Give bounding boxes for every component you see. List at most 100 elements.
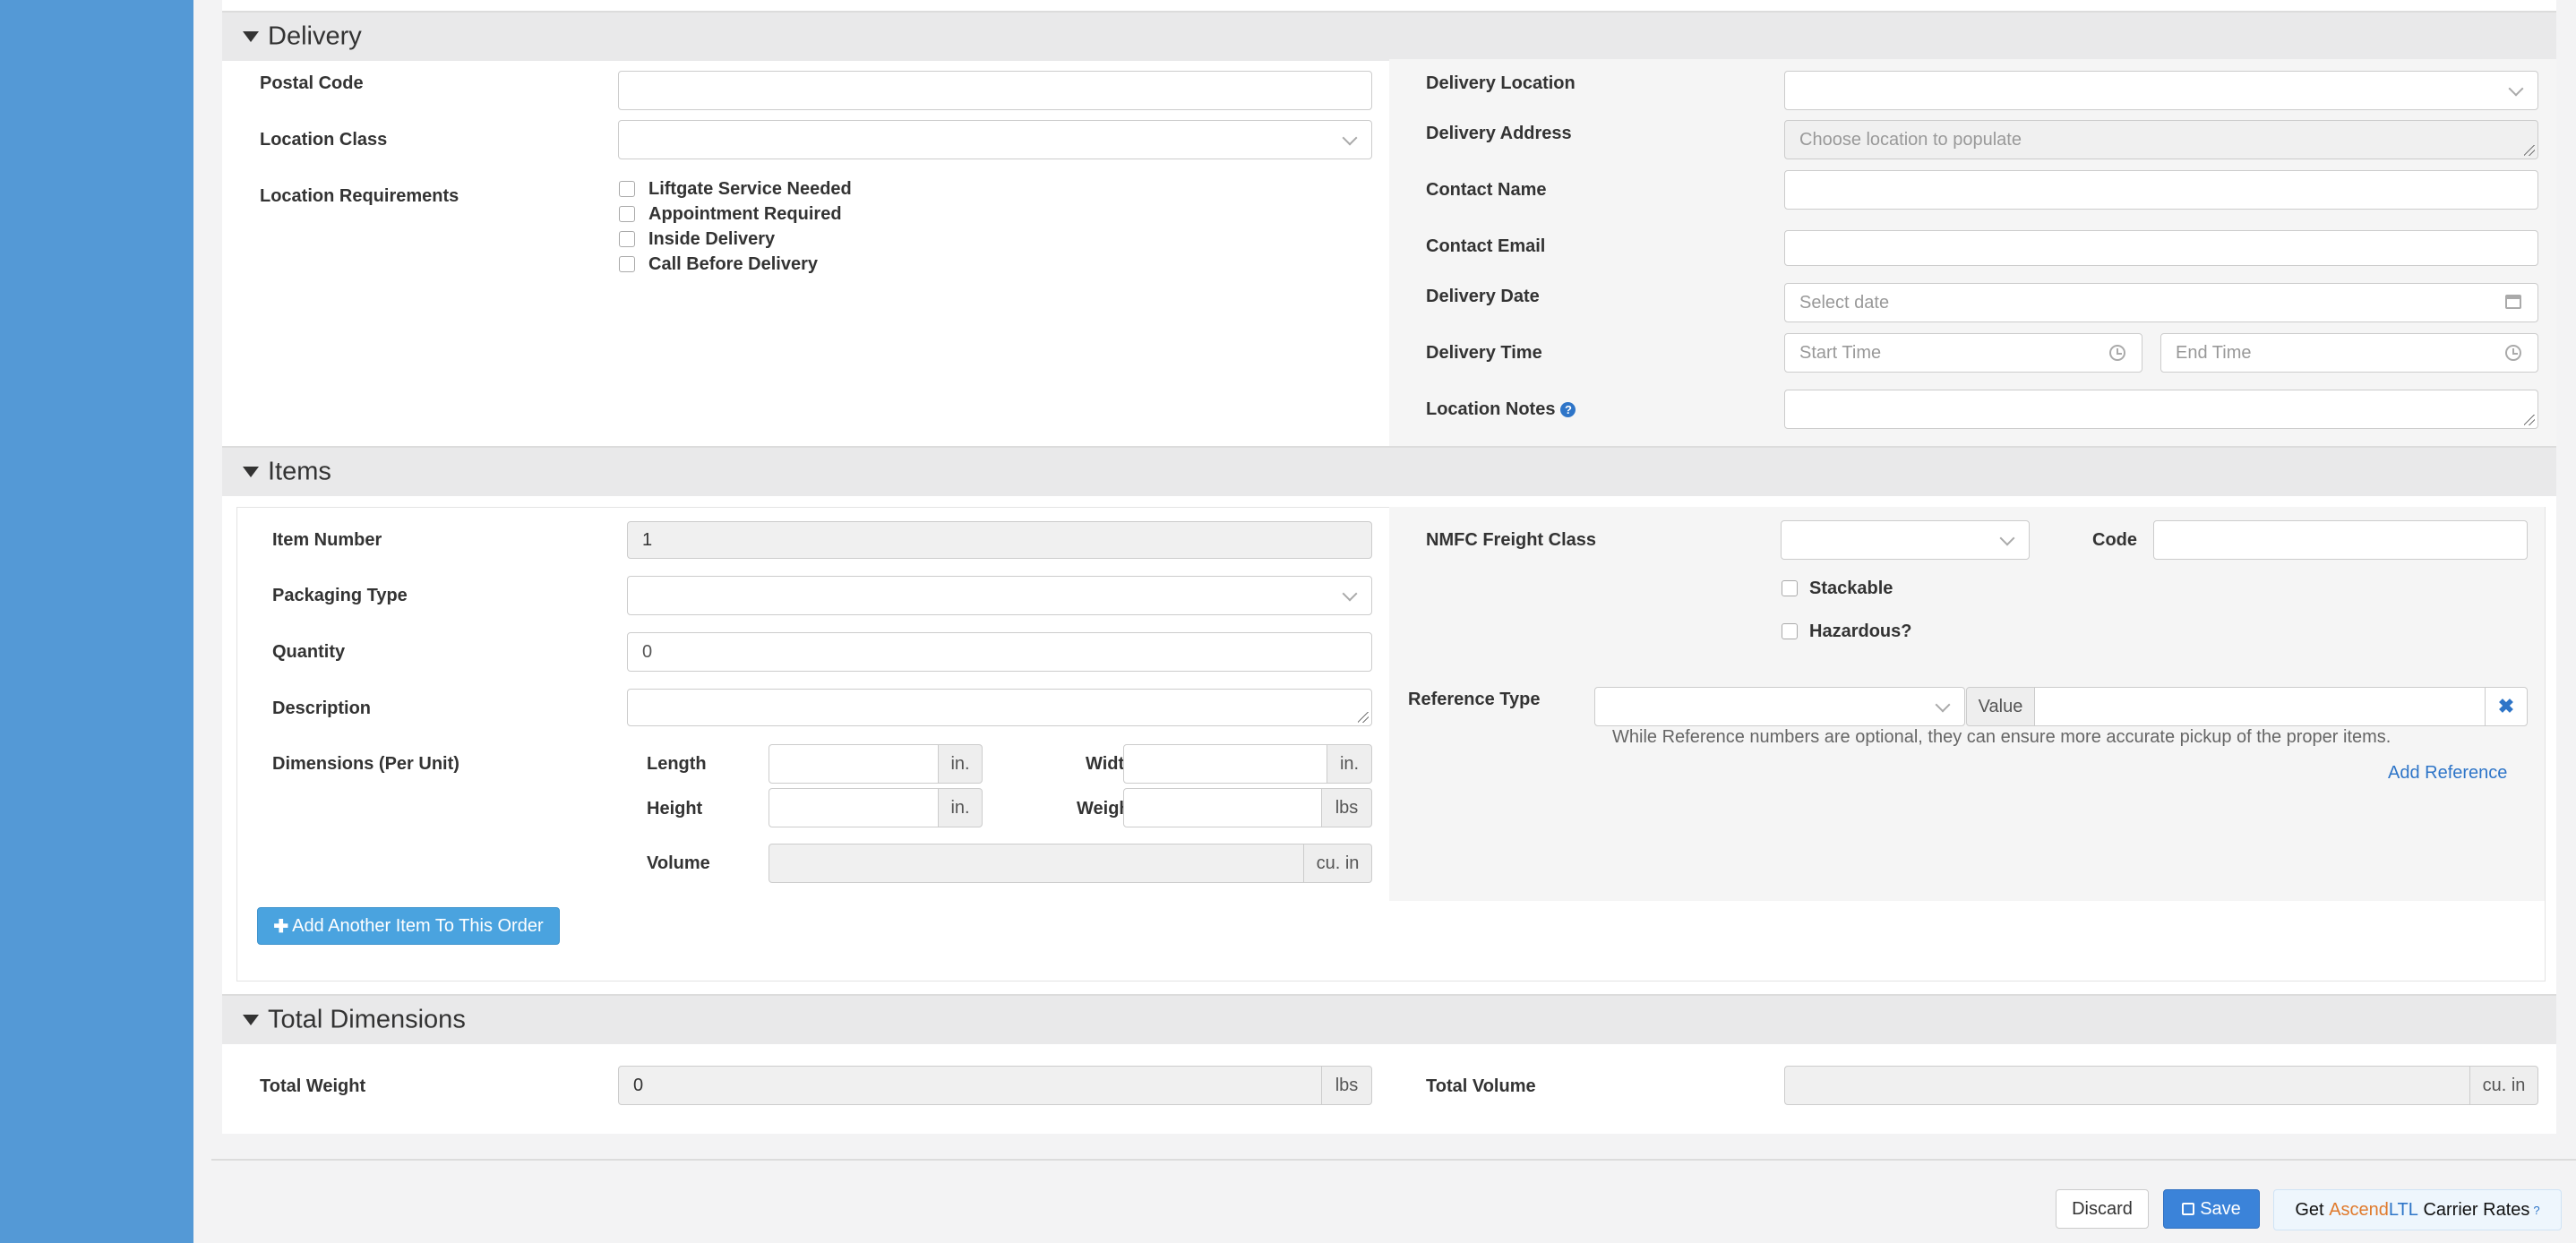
contact-email-label: Contact Email [1426,236,1546,256]
carrier-rates-button[interactable]: Get Ascend LTL Carrier Rates ? [2273,1189,2562,1230]
items-section-header[interactable]: Items [222,446,2556,496]
order-form-panel: Delivery Postal Code Location Class Loca… [222,0,2556,1134]
save-button[interactable]: Save [2163,1189,2260,1229]
resize-handle-icon[interactable] [2524,145,2535,156]
save-label: Save [2200,1198,2241,1219]
footer-divider [211,1159,2576,1161]
weight-input[interactable] [1123,788,1322,827]
times-icon: ✖ [2497,695,2515,717]
location-class-select[interactable] [618,120,1372,159]
description-textarea[interactable] [627,689,1372,726]
chevron-down-icon [1342,130,1358,146]
appointment-checkbox[interactable] [619,206,635,222]
hazardous-checkbox[interactable] [1782,623,1798,639]
total-weight-input[interactable]: 0 [618,1066,1322,1105]
total-weight-unit: lbs [1321,1066,1372,1105]
caret-down-icon[interactable] [243,31,259,42]
add-item-button[interactable]: ✚ Add Another Item To This Order [257,907,560,945]
nmfc-label: NMFC Freight Class [1426,530,1597,550]
stackable-checkbox[interactable] [1782,580,1798,596]
chevron-down-icon [1935,697,1951,713]
hazardous-label: Hazardous? [1809,622,1912,641]
discard-button[interactable]: Discard [2056,1189,2149,1229]
total-weight-value: 0 [633,1075,644,1095]
delivery-address-textarea[interactable]: Choose location to populate [1784,120,2538,159]
reference-hint: While Reference numbers are optional, th… [1612,727,2391,747]
clock-icon [2109,345,2125,361]
items-section-title: Items [268,457,331,486]
total-volume-unit: cu. in [2469,1066,2538,1105]
quantity-label: Quantity [272,642,346,662]
quantity-input[interactable]: 0 [627,632,1372,672]
left-sidebar [0,0,193,1243]
caret-down-icon[interactable] [243,1015,259,1025]
postal-code-input[interactable] [618,71,1372,110]
rates-suffix-text: Carrier Rates [2423,1199,2530,1220]
total-volume-input[interactable] [1784,1066,2470,1105]
liftgate-checkbox[interactable] [619,181,635,197]
caret-down-icon[interactable] [243,467,259,477]
add-item-label: Add Another Item To This Order [292,915,544,936]
delivery-location-label: Delivery Location [1426,73,1576,93]
length-input[interactable] [769,744,939,784]
packaging-type-select[interactable] [627,576,1372,615]
volume-label: Volume [647,853,710,873]
contact-name-input[interactable] [1784,170,2538,210]
contact-email-input[interactable] [1784,230,2538,266]
stackable-label: Stackable [1809,579,1893,598]
add-reference-link[interactable]: Add Reference [2388,763,2507,784]
delivery-section-title: Delivery [268,21,362,51]
delivery-location-select[interactable] [1784,71,2538,110]
start-time-placeholder: Start Time [1799,342,1882,363]
quantity-value: 0 [642,641,653,662]
location-notes-text: Location Notes [1426,399,1556,419]
remove-reference-button[interactable]: ✖ [2485,687,2528,726]
inside-delivery-checkbox[interactable] [619,231,635,247]
totals-section-header[interactable]: Total Dimensions [222,994,2556,1044]
totals-section-title: Total Dimensions [268,1005,466,1034]
height-label: Height [647,799,703,819]
height-input[interactable] [769,788,939,827]
chevron-down-icon [2508,81,2524,97]
length-unit: in. [938,744,983,784]
height-unit: in. [938,788,983,827]
location-notes-label: Location Notes? [1426,399,1576,420]
item-number-input[interactable]: 1 [627,521,1372,559]
resize-handle-icon[interactable] [2524,415,2535,425]
question-circle-icon[interactable]: ? [1560,402,1576,417]
description-label: Description [272,699,372,718]
nmfc-select[interactable] [1781,520,2030,560]
question-circle-icon: ? [2533,1203,2540,1217]
item-number-label: Item Number [272,530,382,550]
location-notes-textarea[interactable] [1784,390,2538,429]
end-time-picker[interactable]: End Time [2160,333,2538,373]
reference-type-select[interactable] [1594,687,1965,726]
start-time-picker[interactable]: Start Time [1784,333,2142,373]
chevron-down-icon [1342,586,1358,602]
calendar-icon [2505,295,2521,309]
width-input[interactable] [1123,744,1327,784]
volume-input[interactable] [769,844,1304,883]
contact-name-label: Contact Name [1426,180,1547,200]
delivery-date-placeholder: Select date [1799,292,1890,313]
delivery-date-picker[interactable]: Select date [1784,283,2538,322]
code-label: Code [2092,530,2137,550]
delivery-section-header[interactable]: Delivery [222,11,2556,61]
reference-value-input[interactable] [2034,687,2486,726]
total-volume-label: Total Volume [1426,1076,1536,1096]
floppy-disk-icon [2182,1203,2195,1215]
call-before-checkbox[interactable] [619,256,635,272]
clock-icon [2505,345,2521,361]
appointment-label: Appointment Required [648,204,842,224]
width-unit: in. [1327,744,1372,784]
resize-handle-icon[interactable] [1358,712,1369,723]
rates-get-text: Get [2295,1199,2324,1220]
length-label: Length [647,754,707,774]
item-number-value: 1 [642,529,653,550]
main-content: Delivery Postal Code Location Class Loca… [193,0,2576,1243]
code-input[interactable] [2153,520,2528,560]
volume-unit: cu. in [1303,844,1372,883]
postal-code-label: Postal Code [260,73,364,93]
end-time-placeholder: End Time [2176,342,2252,363]
call-before-label: Call Before Delivery [648,254,818,274]
